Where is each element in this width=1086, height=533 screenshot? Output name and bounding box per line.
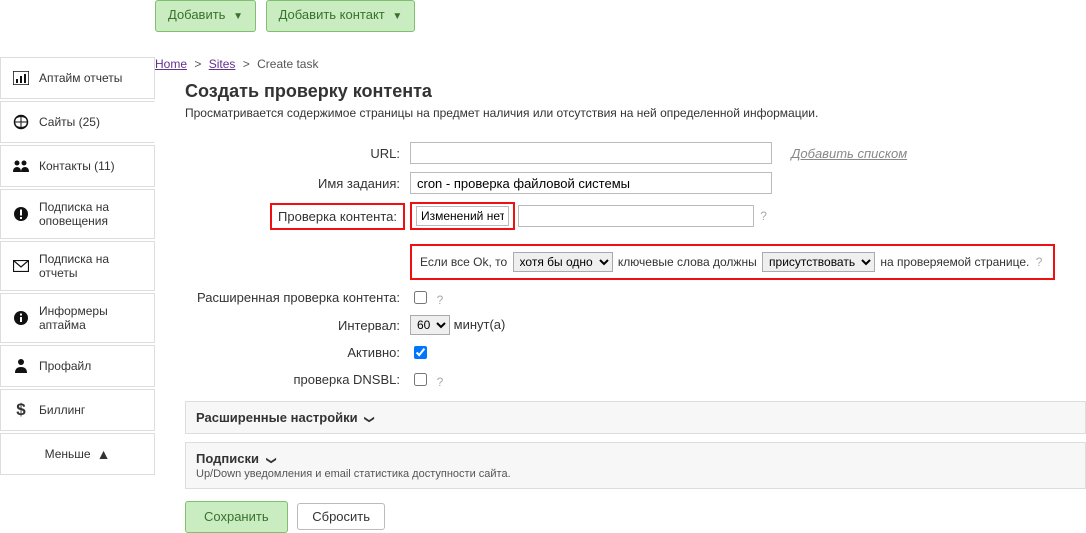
sidebar-item-label: Биллинг: [39, 403, 85, 417]
help-icon[interactable]: ?: [760, 209, 767, 223]
url-label: URL:: [185, 138, 405, 168]
add-contact-label: Добавить контакт: [279, 7, 385, 22]
rule-prefix: Если все Ok, то: [420, 255, 507, 269]
sidebar-item-sites[interactable]: Сайты (25): [0, 101, 155, 143]
sidebar-item-report-subscription[interactable]: Подписка на отчеты: [0, 241, 155, 291]
chevron-down-icon: ❯: [265, 456, 276, 464]
add-label: Добавить: [168, 7, 225, 22]
section-advanced[interactable]: Расширенные настройки ❯: [185, 401, 1086, 434]
sidebar-item-label: Сайты (25): [39, 115, 100, 129]
bar-chart-icon: [11, 68, 31, 88]
sidebar-item-label: Аптайм отчеты: [39, 71, 122, 85]
rule-mid: ключевые слова должны: [618, 255, 757, 269]
interval-label: Интервал:: [185, 311, 405, 339]
task-name-label: Имя задания:: [185, 168, 405, 198]
active-checkbox[interactable]: [414, 346, 427, 359]
user-icon: [11, 356, 31, 376]
dollar-icon: $: [11, 400, 31, 420]
save-button[interactable]: Сохранить: [185, 501, 288, 533]
sidebar-item-billing[interactable]: $ Биллинг: [0, 389, 155, 431]
sidebar-collapse[interactable]: Меньше ▲: [0, 433, 155, 475]
help-icon[interactable]: ?: [437, 293, 444, 307]
ext-check-label: Расширенная проверка контента:: [185, 284, 405, 311]
dnsbl-label: проверка DNSBL:: [185, 366, 405, 393]
sidebar-item-profile[interactable]: Профайл: [0, 345, 155, 387]
page-subtitle: Просматривается содержимое страницы на п…: [185, 106, 1086, 120]
breadcrumb-sites[interactable]: Sites: [209, 57, 236, 71]
keyword-qty-select[interactable]: хотя бы одно: [513, 252, 613, 272]
section-subscriptions-sub: Up/Down уведомления и email статистика д…: [196, 468, 1075, 480]
content-check-extra-input[interactable]: [518, 205, 754, 227]
chevron-down-icon: ▼: [233, 11, 243, 22]
envelope-icon: [11, 256, 31, 276]
task-name-input[interactable]: [410, 172, 772, 194]
active-label: Активно:: [185, 339, 405, 366]
url-input[interactable]: [410, 142, 772, 164]
sidebar-item-label: Профайл: [39, 359, 91, 373]
sidebar-item-alert-subscription[interactable]: Подписка на оповещения: [0, 189, 155, 239]
rule-suffix: на проверяемой странице.: [880, 255, 1029, 269]
info-icon: [11, 308, 31, 328]
breadcrumb-current: Create task: [257, 57, 318, 71]
keyword-presence-select[interactable]: присутствовать: [762, 252, 875, 272]
interval-select[interactable]: 60: [410, 315, 450, 335]
alert-icon: [11, 204, 31, 224]
dnsbl-checkbox[interactable]: [414, 373, 427, 386]
breadcrumb-home[interactable]: Home: [155, 57, 187, 71]
users-icon: [11, 156, 31, 176]
page-title: Создать проверку контента: [185, 81, 1086, 102]
globe-icon: [11, 112, 31, 132]
section-subscriptions[interactable]: Подписки ❯ Up/Down уведомления и email с…: [185, 442, 1086, 489]
help-icon[interactable]: ?: [437, 375, 444, 389]
breadcrumb: Home > Sites > Create task: [155, 57, 1086, 71]
content-check-input[interactable]: [416, 206, 509, 226]
sidebar-item-label: Информеры аптайма: [39, 304, 144, 332]
chevron-down-icon: ▼: [392, 11, 402, 22]
sidebar-item-uptime-reports[interactable]: Аптайм отчеты: [0, 57, 155, 99]
chevron-up-icon: ▲: [97, 444, 111, 464]
sidebar-item-contacts[interactable]: Контакты (11): [0, 145, 155, 187]
keyword-rule-row: Если все Ok, то хотя бы одно ключевые сл…: [410, 244, 1055, 280]
sidebar-item-label: Подписка на отчеты: [39, 252, 144, 280]
ext-check-checkbox[interactable]: [414, 291, 427, 304]
sidebar-item-informers[interactable]: Информеры аптайма: [0, 293, 155, 343]
sidebar-less-label: Меньше: [45, 447, 91, 461]
chevron-down-icon: ❯: [364, 415, 375, 423]
content-check-label: Проверка контента:: [270, 203, 405, 230]
add-list-link[interactable]: Добавить списком: [791, 146, 907, 161]
add-contact-button[interactable]: Добавить контакт ▼: [266, 0, 416, 32]
help-icon[interactable]: ?: [1036, 255, 1043, 269]
sidebar-item-label: Подписка на оповещения: [39, 200, 144, 228]
interval-unit: минут(а): [454, 317, 506, 332]
section-subscriptions-title: Подписки: [196, 451, 259, 466]
section-advanced-title: Расширенные настройки: [196, 410, 358, 425]
sidebar-item-label: Контакты (11): [39, 159, 115, 173]
add-button[interactable]: Добавить ▼: [155, 0, 256, 32]
